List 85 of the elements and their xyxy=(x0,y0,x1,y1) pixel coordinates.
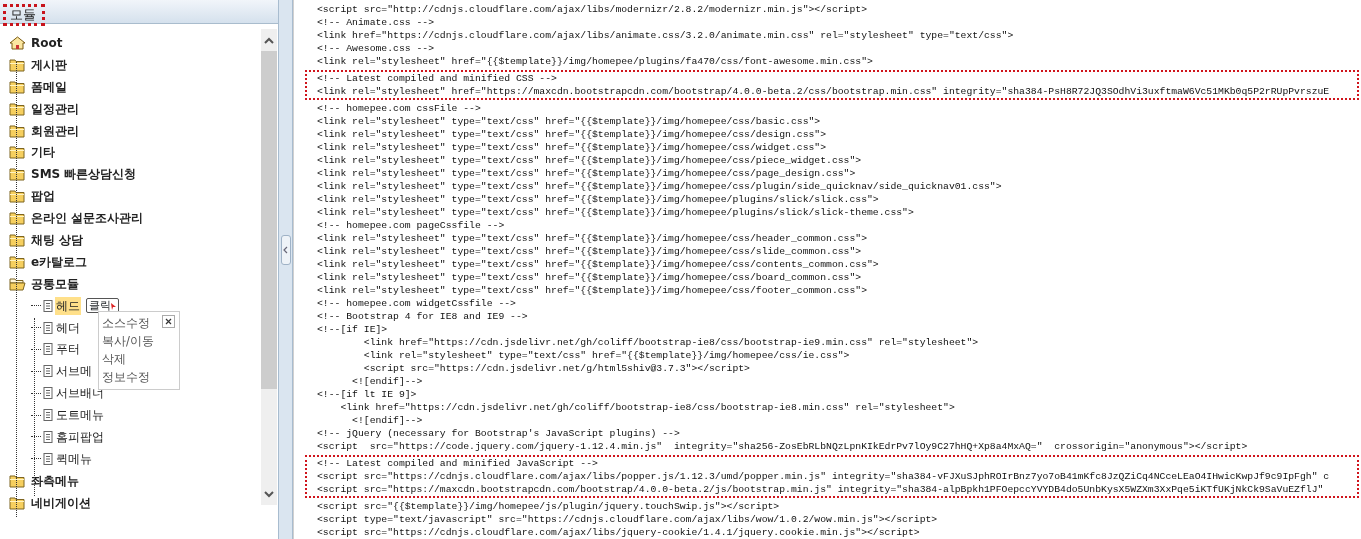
code-line: <link rel="stylesheet" type="text/css" href="{{$template}}/img/homepee/css/board_common.css"> xyxy=(317,271,862,284)
document-icon xyxy=(43,409,53,422)
tree-item[interactable]: 헤드 xyxy=(55,296,81,315)
tree-item[interactable]: 팝업 xyxy=(29,187,57,206)
home-icon xyxy=(9,35,26,50)
chevron-left-icon xyxy=(283,245,288,254)
cursor-icon xyxy=(111,302,116,310)
code-line: <script src="https://cdnjs.cloudflare.com/ajax/libs/jquery-cookie/1.4.1/jquery.cookie.min.js"></script> xyxy=(317,526,920,539)
tree-item[interactable]: 온라인 설문조사관리 xyxy=(29,209,146,228)
tree-item[interactable]: 공통모듈 xyxy=(29,274,81,293)
close-button[interactable] xyxy=(162,315,175,328)
code-line: <!-- homepee.com widgetCssfile --> xyxy=(317,297,516,310)
menu-item[interactable]: 복사/이동 xyxy=(102,332,179,350)
tree-item[interactable]: 게시판 xyxy=(29,55,69,74)
tree-item[interactable]: 좌측메뉴 xyxy=(29,471,81,490)
document-icon xyxy=(43,343,53,356)
code-line: <link rel="stylesheet" type="text/css" href="{{$template}}/img/homepee/css/piece_widget.css"> xyxy=(317,154,862,167)
code-line: <!-- Bootstrap 4 for IE8 and IE9 --> xyxy=(317,310,528,323)
menu-item[interactable]: 소스수정 xyxy=(102,314,179,332)
scrollbar[interactable] xyxy=(261,29,277,505)
code-line: <link rel="stylesheet" type="text/css" href="{{$template}}/img/homepee/css/plugin/side_quicknav/side_quicknav01.css"> xyxy=(317,180,1002,193)
code-line: <!-- homepee.com pageCssfile --> xyxy=(317,219,505,232)
code-line: <link rel="stylesheet" type="text/css" href="{{$template}}/img/homepee/css/contents_common.css"> xyxy=(317,258,879,271)
code-line: <link rel="stylesheet" type="text/css" href="{{$template}}/img/homepee/css/header_common.css"> xyxy=(317,232,867,245)
code-line: <!--[if lt IE 9]> xyxy=(317,388,417,401)
tree-item[interactable]: 헤더 xyxy=(55,318,81,337)
code-line: <script src="https://cdnjs.cloudflare.com/ajax/libs/popper.js/1.12.3/umd/popper.min.js" integrity="sha384-vFJXuSJphROIrBnz7yo7oB41mKfc8JzQZiCq4NCceLEaO4IHwicKwpJf9c9IpFgh" c xyxy=(317,470,1330,483)
code-line: <link href="https://cdn.jsdelivr.net/gh/coliff/bootstrap-ie8/css/bootstrap-ie8.min.css" rel="stylesheet"> xyxy=(339,401,955,414)
code-line: <link rel="stylesheet" type="text/css" href="{{$template}}/img/homepee/css/footer_common.css"> xyxy=(317,284,867,297)
code-line: <link rel="stylesheet" href="{{$template}}/img/homepee/plugins/fa470/css/font-awesome.min.css"> xyxy=(317,55,873,68)
code-line: <link rel="stylesheet" type="text/css" href="{{$template}}/img/homepee/plugins/slick/slick-theme.css"> xyxy=(317,206,914,219)
code-line: <![endif]--> xyxy=(351,375,423,388)
document-icon xyxy=(43,387,53,400)
code-line: <![endif]--> xyxy=(351,414,423,427)
close-icon xyxy=(165,318,172,325)
code-line: <link rel="stylesheet" type="text/css" href="{{$template}}/img/homepee/css/ie.css"> xyxy=(362,349,850,362)
document-icon xyxy=(43,452,53,465)
tree-item[interactable]: 홈피팝업 xyxy=(55,427,105,446)
chevron-up-icon xyxy=(264,36,274,44)
document-icon xyxy=(43,430,53,443)
code-line: <script type="text/javascript" src="https://cdnjs.cloudflare.com/ajax/libs/wow/1.0.2/wow.min.js"></script> xyxy=(317,513,938,526)
code-line: <link rel="stylesheet" href="https://maxcdn.bootstrapcdn.com/bootstrap/4.0.0-beta.2/css/bootstrap.min.css" integrity="sha384-PsH8R72JQ3SOdhVi3uxftmaW6Vc51MKb0q5P2rRUpPvrszuE xyxy=(317,85,1330,98)
code-line: <!-- Latest compiled and minified CSS --> xyxy=(317,72,557,85)
menu-item[interactable]: 정보수정 xyxy=(102,368,179,386)
tree-item[interactable]: 네비게이션 xyxy=(29,493,93,512)
code-line: <link rel="stylesheet" type="text/css" href="{{$template}}/img/homepee/css/page_design.css"> xyxy=(317,167,856,180)
tree-item[interactable]: 퀵메뉴 xyxy=(55,449,93,468)
tree-item[interactable]: 도트메뉴 xyxy=(55,406,105,425)
tree-item[interactable]: SMS 빠른상담신청 xyxy=(29,165,139,184)
tree-item[interactable]: Root xyxy=(29,33,65,52)
code-line: <script src="https://maxcdn.bootstrapcdn.com/bootstrap/4.0.0-beta.2/js/bootstrap.min.js" integrity="sha384-alpBpkh1PFOepccYVYDB4do5UnbKysX5WZXm3XxPqe5iKTfUKjNkCk9SaVuEZflJ" xyxy=(317,483,1324,496)
document-icon xyxy=(43,365,53,378)
code-line: <link rel="stylesheet" type="text/css" href="{{$template}}/img/homepee/css/slide_common.css"> xyxy=(317,245,862,258)
chevron-down-icon xyxy=(264,490,274,498)
code-line: <script src="https://code.jquery.com/jquery-1.12.4.min.js" integrity="sha256-ZosEbRLbNQzLpnKIkEdrPv7lOy9C27hHQ+Xp8a4MxAQ=" crossorigin="anonymous"></script> xyxy=(317,440,1248,453)
tree-item[interactable]: 서브메 xyxy=(55,362,93,381)
panel-title: 모듈 xyxy=(3,4,45,26)
tree-item[interactable]: 채팅 상담 xyxy=(29,230,86,249)
code-line: <script src="{{$template}}/img/homepee/js/plugin/jquery.touchSwip.js"></script> xyxy=(317,500,780,513)
code-line: <!-- jQuery (necessary for Bootstrap's JavaScript plugins) --> xyxy=(317,427,680,440)
code-line: <!-- Animate.css --> xyxy=(317,16,435,29)
code-line: <!-- Latest compiled and minified JavaScript --> xyxy=(317,457,598,470)
code-line: <link rel="stylesheet" type="text/css" href="{{$template}}/img/homepee/css/widget.css"> xyxy=(317,141,827,154)
tree-item[interactable]: e카탈로그 xyxy=(29,252,90,271)
code-line: <link href="https://cdn.jsdelivr.net/gh/coliff/bootstrap-ie8/css/bootstrap-ie9.min.css" rel="stylesheet"> xyxy=(362,336,979,349)
click-tag: 클릭 xyxy=(86,298,119,314)
document-icon xyxy=(43,299,53,312)
tree-item[interactable]: 폼메일 xyxy=(29,77,69,96)
code-line: <!-- homepee.com cssFile --> xyxy=(317,102,481,115)
document-icon xyxy=(43,321,53,334)
code-line: <link href="https://cdnjs.cloudflare.com/ajax/libs/animate.css/3.2.0/animate.min.css" rel="stylesheet" type="text/css"> xyxy=(317,29,1014,42)
code-line: <link rel="stylesheet" type="text/css" href="{{$template}}/img/homepee/plugins/slick/slick.css"> xyxy=(317,193,879,206)
tree-item[interactable]: 일정관리 xyxy=(29,99,81,118)
code-line: <link rel="stylesheet" type="text/css" href="{{$template}}/img/homepee/css/design.css"> xyxy=(317,128,827,141)
code-line: <!-- Awesome.css --> xyxy=(317,42,435,55)
code-line: <script src="http://cdnjs.cloudflare.com/ajax/libs/modernizr/2.8.2/modernizr.min.js"></script> xyxy=(317,3,867,16)
tree-item[interactable]: 서브배너 xyxy=(55,384,105,403)
code-line: <script src="https://cdn.jsdelivr.net/g/html5shiv@3.7.3"></script> xyxy=(362,362,750,375)
menu-item[interactable]: 삭제 xyxy=(102,350,179,368)
tree-item[interactable]: 푸터 xyxy=(55,340,81,359)
code-line: <link rel="stylesheet" type="text/css" href="{{$template}}/img/homepee/css/basic.css"> xyxy=(317,115,821,128)
tree-item[interactable]: 기타 xyxy=(29,143,57,162)
tree-item[interactable]: 회원관리 xyxy=(29,121,81,140)
code-line: <!--[if IE]> xyxy=(317,323,388,336)
scrollbar-thumb[interactable] xyxy=(261,51,277,389)
